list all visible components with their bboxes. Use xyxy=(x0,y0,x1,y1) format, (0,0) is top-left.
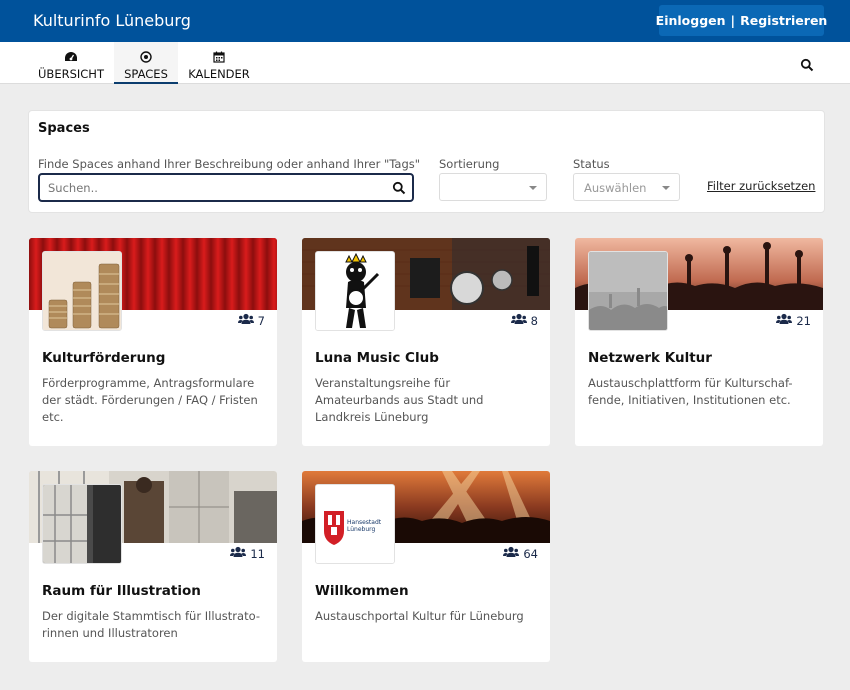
users-icon xyxy=(237,313,254,328)
nav-item-calendar[interactable]: KALENDER xyxy=(184,42,254,84)
member-count: 64 xyxy=(503,546,538,561)
nav-item-spaces[interactable]: SPACES xyxy=(114,42,178,84)
status-select[interactable]: Auswählen xyxy=(573,173,680,201)
space-title[interactable]: Raum für Illustration xyxy=(42,583,201,599)
member-count: 7 xyxy=(237,313,265,328)
space-title[interactable]: Netzwerk Kultur xyxy=(588,350,712,366)
space-card[interactable]: 8 Luna Music Club Veranstaltungsreihe fü… xyxy=(302,238,550,446)
status-value: Auswählen xyxy=(584,181,647,195)
sort-select[interactable] xyxy=(439,173,547,201)
space-title[interactable]: Willkommen xyxy=(315,583,409,599)
top-bar: Kulturinfo Lüneburg Einloggen | Registri… xyxy=(0,0,850,42)
city-logo-text: Hansestadt Lüneburg xyxy=(347,519,382,533)
main-nav: ÜBERSICHT SPACES KALENDER xyxy=(0,42,850,84)
space-thumbnail xyxy=(588,251,668,331)
member-count: 21 xyxy=(776,313,811,328)
panel-title: Spaces xyxy=(38,121,90,136)
space-description: Austauschplattform für Kulturschaf-fende… xyxy=(588,376,793,407)
status-label: Status xyxy=(573,157,610,171)
users-icon xyxy=(776,313,793,328)
reset-filter-link[interactable]: Filter zurücksetzen xyxy=(707,179,815,193)
register-link[interactable]: Registrieren xyxy=(740,13,827,28)
space-description: Veranstaltungsreihe für Amateurbands aus… xyxy=(315,376,484,424)
nav-label-overview: ÜBERSICHT xyxy=(38,67,104,81)
space-title[interactable]: Kulturförderung xyxy=(42,350,165,366)
users-icon xyxy=(510,313,527,328)
space-description: Förderprogramme, Antragsformulare der st… xyxy=(42,376,258,424)
chevron-down-icon xyxy=(529,186,537,190)
nav-label-calendar: KALENDER xyxy=(188,67,250,81)
users-icon xyxy=(230,546,247,561)
search-field[interactable] xyxy=(38,173,414,202)
space-card[interactable]: 7 Kulturförderung Förderprogramme, Antra… xyxy=(29,238,277,446)
app-title[interactable]: Kulturinfo Lüneburg xyxy=(33,11,191,30)
search-icon[interactable] xyxy=(800,57,814,72)
nav-item-overview[interactable]: ÜBERSICHT xyxy=(33,42,109,84)
filter-panel: Spaces Finde Spaces anhand Ihrer Beschre… xyxy=(28,110,825,213)
space-card[interactable]: 21 Netzwerk Kultur Austauschplattform fü… xyxy=(575,238,823,446)
space-thumbnail xyxy=(42,251,122,331)
dashboard-icon xyxy=(64,50,78,64)
space-card[interactable]: 11 Raum für Illustration Der digitale St… xyxy=(29,471,277,662)
nav-label-spaces: SPACES xyxy=(124,67,168,81)
member-count: 11 xyxy=(230,546,265,561)
search-icon[interactable] xyxy=(392,180,406,199)
space-card[interactable]: Hansestadt Lüneburg 64 Willkommen Austau… xyxy=(302,471,550,662)
login-register-button[interactable]: Einloggen | Registrieren xyxy=(656,5,827,36)
space-description: Der digitale Stammtisch für Illustrato-r… xyxy=(42,609,260,640)
search-label: Finde Spaces anhand Ihrer Beschreibung o… xyxy=(38,157,421,171)
search-input[interactable] xyxy=(48,175,378,200)
space-thumbnail xyxy=(315,251,395,331)
sort-label: Sortierung xyxy=(439,157,500,171)
login-link[interactable]: Einloggen xyxy=(656,13,726,28)
chevron-down-icon xyxy=(662,186,670,190)
users-icon xyxy=(503,546,520,561)
space-description: Austauschportal Kultur für Lüneburg xyxy=(315,609,524,623)
space-thumbnail xyxy=(42,484,122,564)
target-icon xyxy=(140,50,152,64)
space-thumbnail: Hansestadt Lüneburg xyxy=(315,484,395,564)
member-count: 8 xyxy=(510,313,538,328)
auth-separator: | xyxy=(730,13,736,28)
space-title[interactable]: Luna Music Club xyxy=(315,350,439,366)
calendar-icon xyxy=(213,50,225,64)
